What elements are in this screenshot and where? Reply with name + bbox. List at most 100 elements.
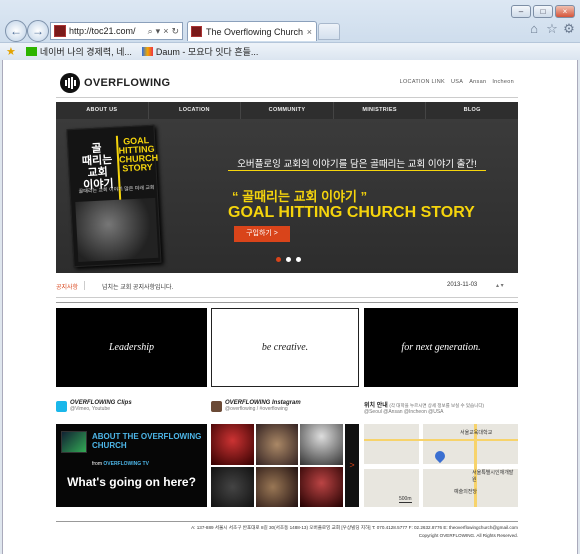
map-road xyxy=(364,439,518,441)
tile-next-generation[interactable]: for next generation. xyxy=(364,308,518,387)
instagram-photo[interactable] xyxy=(211,466,254,507)
video-player[interactable]: ABOUT THE OVERFLOWING CHURCH from OVERFL… xyxy=(56,424,207,507)
map-label: 서울교육대학교 xyxy=(460,430,493,436)
close-tab-icon[interactable]: × xyxy=(307,27,312,37)
nav-blog[interactable]: BLOG xyxy=(426,102,518,119)
location-link-label: LOCATION LINK xyxy=(399,79,445,85)
book-korean-title: 골 때리는 교회 이야기 xyxy=(81,142,114,192)
close-window-button[interactable]: × xyxy=(555,5,575,18)
notice-date: 2013-11-03 xyxy=(447,282,478,288)
banner-headline: 오버플로잉 교회의 이야기를 담은 골때리는 교회 이야기 출간! xyxy=(237,159,477,170)
location-header: 위치 안내 (각 대학을 누르시면 상세 정보를 보실 수 있습니다) @Seou… xyxy=(364,400,484,415)
notice-link[interactable]: 넘치는 교회 공지사항입니다. xyxy=(102,282,173,291)
instagram-grid xyxy=(211,424,343,507)
tile-be-creative[interactable]: be creative. xyxy=(211,308,359,387)
site-favicon-icon xyxy=(54,25,66,37)
instagram-photo[interactable] xyxy=(211,424,254,465)
divider xyxy=(56,97,518,98)
minimize-button[interactable]: – xyxy=(511,5,531,18)
map-scale: 500m xyxy=(399,496,412,503)
favorite-daum[interactable]: Daum - 모요다 잇다 흔들... xyxy=(141,45,258,58)
tab-favicon-icon xyxy=(191,26,202,37)
instagram-photo[interactable] xyxy=(255,424,299,465)
nav-location[interactable]: LOCATION xyxy=(149,102,242,119)
favorites-star-icon[interactable]: ☆ xyxy=(545,22,559,36)
video-headline: What's going on here? xyxy=(67,475,196,489)
notice-bar: 공지사항 넘치는 교회 공지사항입니다. 2013-11-03 ▴ ▾ xyxy=(56,273,518,298)
book-photo xyxy=(75,197,159,262)
site-container: OVERFLOWING LOCATION LINK USA Ansan Inch… xyxy=(56,60,518,554)
video-from: from OVERFLOWING TV xyxy=(92,461,149,467)
notice-tag: 공지사항 xyxy=(56,285,79,291)
tab-active[interactable]: The Overflowing Church × xyxy=(187,21,317,41)
vimeo-icon xyxy=(56,401,67,412)
book-cover-image[interactable]: 골 때리는 교회 이야기 GOAL HITTING CHURCH STORY 골… xyxy=(66,124,162,268)
divider xyxy=(56,521,518,522)
favorites-star-add-icon[interactable]: ★ xyxy=(6,45,16,58)
dropdown-icon[interactable]: ▾ xyxy=(156,26,161,37)
favorites-bar: ★ 네이버 나의 경제력, 네... Daum - 모요다 잇다 흔들... xyxy=(0,42,580,60)
location-link-ansan[interactable]: Ansan xyxy=(469,79,486,85)
instagram-photo[interactable] xyxy=(300,424,343,465)
location-sub: @Seoul @Ansan @Incheon @USA xyxy=(364,409,444,415)
map-pin-icon[interactable] xyxy=(432,448,448,464)
gear-icon[interactable]: ⚙ xyxy=(562,22,576,36)
map-label: 예술의전당 xyxy=(454,489,478,495)
clips-header: OVERFLOWING Clips @Vimeo, Youtube xyxy=(56,400,132,412)
nav-ministries[interactable]: MINISTRIES xyxy=(334,102,427,119)
location-link-usa[interactable]: USA xyxy=(451,79,463,85)
refresh-icon[interactable]: ↻ xyxy=(171,26,179,37)
main-nav: ABOUT US LOCATION COMMUNITY MINISTRIES B… xyxy=(56,102,518,119)
nav-about-us[interactable]: ABOUT US xyxy=(56,102,149,119)
new-tab-button[interactable] xyxy=(318,23,340,40)
logo-mark-icon xyxy=(60,73,80,93)
clips-sub: @Vimeo, Youtube xyxy=(70,406,111,412)
hero-banner: 골 때리는 교회 이야기 GOAL HITTING CHURCH STORY 골… xyxy=(56,119,518,273)
notice-separator xyxy=(84,281,85,290)
banner-english-title: GOAL HITTING CHURCH STORY xyxy=(228,204,475,221)
video-title: ABOUT THE OVERFLOWING CHURCH xyxy=(92,432,202,450)
slider-dot-3[interactable] xyxy=(296,257,301,262)
footer-copyright: Copyright OVERFLOWING. All Rights Reserv… xyxy=(418,533,518,538)
browser-chrome: – □ × ← → http://toc21.com/ ⌕ ▾ × ↻ The … xyxy=(0,0,580,60)
banner-underline xyxy=(228,170,486,171)
page-viewport: OVERFLOWING LOCATION LINK USA Ansan Inch… xyxy=(2,60,578,554)
buy-button[interactable]: 구입하기 > xyxy=(234,226,290,242)
instagram-next-arrow[interactable]: > xyxy=(345,424,359,507)
address-text: http://toc21.com/ xyxy=(69,26,136,36)
location-link-incheon[interactable]: Incheon xyxy=(492,79,514,85)
video-thumbnail xyxy=(61,431,87,453)
map-label: 서울특별시인재개발원 xyxy=(472,470,514,483)
instagram-sub: @overflowing / #overflowing xyxy=(225,406,288,412)
divider xyxy=(56,302,518,303)
notice-arrows[interactable]: ▴ ▾ xyxy=(496,282,504,289)
logo-text: OVERFLOWING xyxy=(84,77,171,89)
back-button[interactable]: ← xyxy=(5,20,27,42)
nav-community[interactable]: COMMUNITY xyxy=(241,102,334,119)
naver-icon xyxy=(25,47,37,56)
favorite-naver[interactable]: 네이버 나의 경제력, 네... xyxy=(25,45,132,58)
tab-title: The Overflowing Church xyxy=(206,26,304,37)
instagram-photo[interactable] xyxy=(300,466,343,507)
instagram-icon xyxy=(211,401,222,412)
banner-korean-title: “ 골때리는 교회 이야기 ” xyxy=(232,189,368,204)
instagram-header: OVERFLOWING Instagram @overflowing / #ove… xyxy=(211,400,301,412)
home-icon[interactable]: ⌂ xyxy=(527,22,541,36)
instagram-photo[interactable] xyxy=(255,466,299,507)
book-english-title: GOAL HITTING CHURCH STORY xyxy=(118,135,159,174)
daum-icon xyxy=(141,47,153,56)
search-icon[interactable]: ⌕ xyxy=(148,26,153,37)
location-map[interactable]: 서울교육대학교 서울특별시인재개발원 예술의전당 500m xyxy=(364,424,518,507)
tile-leadership[interactable]: Leadership xyxy=(56,308,207,387)
footer: A: 137-889 서울시 서초구 반포대로 8길 30(서초동 1488-1… xyxy=(56,525,518,540)
slider-dot-1[interactable] xyxy=(276,257,281,262)
slider-dot-2[interactable] xyxy=(286,257,291,262)
maximize-button[interactable]: □ xyxy=(533,5,553,18)
forward-button[interactable]: → xyxy=(27,20,49,42)
map-road xyxy=(419,424,423,507)
location-note: (각 대학을 누르시면 상세 정보를 보실 수 있습니다) xyxy=(389,403,484,408)
stop-icon[interactable]: × xyxy=(163,26,168,37)
site-logo[interactable]: OVERFLOWING xyxy=(60,73,170,93)
address-bar[interactable]: http://toc21.com/ ⌕ ▾ × ↻ xyxy=(50,22,183,40)
location-links: LOCATION LINK USA Ansan Incheon xyxy=(400,79,514,85)
